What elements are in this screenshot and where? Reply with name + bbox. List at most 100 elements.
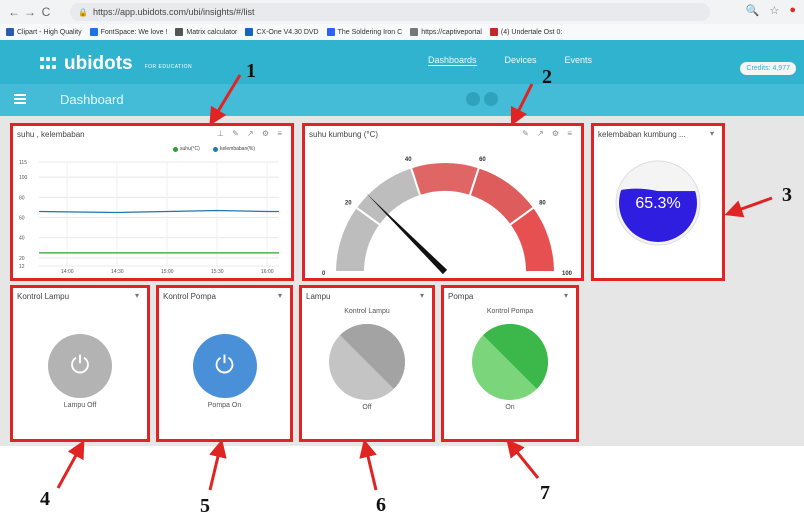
widget-title: suhu kumbung (°C) xyxy=(309,130,379,139)
power-icon: ⏻ xyxy=(70,352,90,379)
pompa-switch-widget: Kontrol Pompa ▾ ⏻ Pompa On xyxy=(156,285,293,442)
bookmark-item[interactable]: Matrix calculator xyxy=(175,28,237,36)
indicator-label: Kontrol Lampu xyxy=(344,308,390,315)
tank-value: 65.3% xyxy=(635,195,680,212)
address-bar[interactable]: 🔒 https://app.ubidots.com/ubi/insights/#… xyxy=(70,3,710,21)
bookmark-label: Clipart - High Quality xyxy=(17,28,82,36)
logo-dots-icon xyxy=(40,57,58,71)
line-chart: 115 100 80 60 40 20 12 14:00 14:30 15:00 15:30 16:0… xyxy=(19,160,279,274)
lampu-indicator-circle xyxy=(329,324,405,400)
browser-actions: 🔍 ☆ ● xyxy=(746,4,796,17)
widget-menu-icon[interactable]: ▾ xyxy=(420,291,424,300)
date-range-icon[interactable] xyxy=(466,92,480,106)
x-tick-label: 16:00 xyxy=(261,269,274,274)
x-tick-label: 14:30 xyxy=(111,269,124,274)
bookmark-label: (4) Undertale Ost 0: xyxy=(500,28,563,36)
pompa-indicator-widget: Pompa ▾ Kontrol Pompa On xyxy=(441,285,579,442)
legend-item: kelembaban(%) xyxy=(213,146,255,152)
reload-icon[interactable]: C xyxy=(38,5,54,19)
zoom-icon[interactable]: 🔍 xyxy=(746,4,760,17)
nav-dashboards[interactable]: Dashboards xyxy=(428,55,477,66)
y-tick-label: 100 xyxy=(19,175,28,181)
annotation-7: 7 xyxy=(540,482,550,504)
lampu-indicator-widget: Lampu ▾ Kontrol Lampu Off xyxy=(299,285,435,442)
widget-menu-icon[interactable]: ▾ xyxy=(278,291,282,300)
bookmark-label: CX-One V4.30 DVD xyxy=(256,28,319,36)
annotation-3: 3 xyxy=(782,184,792,206)
bookmark-item[interactable]: FontSpace: We love ! xyxy=(89,28,167,36)
pompa-indicator-circle xyxy=(472,324,548,400)
dashboard-controls xyxy=(466,92,498,106)
nav-events[interactable]: Events xyxy=(565,55,593,66)
bookmark-icon xyxy=(89,28,98,36)
lampu-power-button[interactable]: ⏻ xyxy=(48,334,112,398)
page-title: Dashboard xyxy=(60,92,124,107)
gauge-chart: 0 20 40 60 80 100 xyxy=(322,157,573,277)
bookmark-item[interactable]: CX-One V4.30 DVD xyxy=(245,28,319,36)
gauge-tick-label: 40 xyxy=(405,157,412,163)
widget-title: Kontrol Pompa xyxy=(163,292,216,301)
gauge-tick-label: 20 xyxy=(345,200,352,206)
lock-icon: 🔒 xyxy=(78,7,88,17)
dashboard-bar: Dashboard xyxy=(0,84,804,116)
widget-menu-icon[interactable]: ▾ xyxy=(135,291,139,300)
back-icon[interactable]: ← xyxy=(6,5,22,19)
tank-widget: kelembaban kumbung ... ▾ 65.3% xyxy=(591,123,725,281)
app-header: ubidots FOR EDUCATION Dashboards Devices… xyxy=(0,40,804,84)
lampu-switch-widget: Kontrol Lampu ▾ ⏻ Lampu Off xyxy=(10,285,150,442)
power-icon: ⏻ xyxy=(215,352,234,379)
y-tick-label: 115 xyxy=(19,160,27,166)
switch-state: Lampu Off xyxy=(63,402,97,409)
bookmark-icon xyxy=(6,28,14,36)
bookmark-label: https://captiveportal xyxy=(421,28,482,36)
ubidots-logo[interactable]: ubidots FOR EDUCATION xyxy=(40,53,192,75)
arrow-4 xyxy=(56,440,85,489)
widget-menu-icon[interactable]: ▾ xyxy=(710,129,714,138)
top-nav: Dashboards Devices Events xyxy=(428,55,592,66)
profile-icon[interactable]: ● xyxy=(789,4,796,17)
annotation-1: 1 xyxy=(246,60,256,82)
url-text: https://app.ubidots.com/ubi/insights/#/l… xyxy=(92,7,255,17)
widget-menu-icon[interactable]: ▾ xyxy=(564,291,568,300)
forward-icon[interactable]: → xyxy=(22,5,38,19)
bookmark-icon xyxy=(410,28,419,36)
logo-subtitle: FOR EDUCATION xyxy=(144,64,193,70)
pompa-power-button[interactable]: ⏻ xyxy=(192,334,257,398)
widget-title: Pompa xyxy=(448,292,474,301)
bookmark-item[interactable]: (4) Undertale Ost 0: xyxy=(489,28,563,36)
legend-item: suhu(°C) xyxy=(173,146,200,152)
x-tick-label: 14:00 xyxy=(61,269,74,274)
annotation-4: 4 xyxy=(40,488,50,510)
y-tick-label: 20 xyxy=(19,256,25,262)
chart-widget: suhu , kelembaban ⊥ ✎ ↗ ⚙ ≡ suhu(°C) kel… xyxy=(10,123,294,281)
annotation-6: 6 xyxy=(376,494,386,516)
browser-toolbar: ← → C 🔒 https://app.ubidots.com/ubi/insi… xyxy=(0,0,804,24)
gauge-tick-label: 80 xyxy=(539,200,546,206)
gauge-tick-label: 0 xyxy=(322,271,326,277)
indicator-label: Kontrol Pompa xyxy=(486,308,534,315)
nav-devices[interactable]: Devices xyxy=(505,55,537,66)
arrow-7 xyxy=(506,439,540,479)
y-tick-label: 80 xyxy=(19,195,25,201)
series-line xyxy=(38,209,279,214)
bookmark-item[interactable]: Clipart - High Quality xyxy=(6,28,82,36)
widget-title: Kontrol Lampu xyxy=(17,292,70,301)
credits-badge[interactable]: Credits: 4,977 xyxy=(740,62,796,75)
widget-actions-icon[interactable]: ⊥ ✎ ↗ ⚙ ≡ xyxy=(217,129,285,138)
add-widget-icon[interactable] xyxy=(484,92,498,106)
legend-swatch-icon xyxy=(173,146,178,152)
widget-actions-icon[interactable]: ✎ ↗ ⚙ ≡ xyxy=(522,129,575,138)
x-tick-label: 15:00 xyxy=(161,269,174,274)
bookmark-item[interactable]: The Soldering Iron C xyxy=(326,28,402,36)
legend-label: suhu(°C) xyxy=(180,146,200,152)
legend-swatch-icon xyxy=(213,146,218,152)
bookmark-label: Matrix calculator xyxy=(186,28,238,36)
gauge-needle xyxy=(365,192,448,275)
bookmark-icon xyxy=(326,28,335,36)
y-tick-label: 40 xyxy=(19,236,25,242)
menu-icon[interactable] xyxy=(14,94,26,104)
annotation-5: 5 xyxy=(200,495,210,517)
star-icon[interactable]: ☆ xyxy=(769,4,779,17)
indicator-state: On xyxy=(505,404,515,411)
bookmark-item[interactable]: https://captiveportal xyxy=(410,28,482,36)
